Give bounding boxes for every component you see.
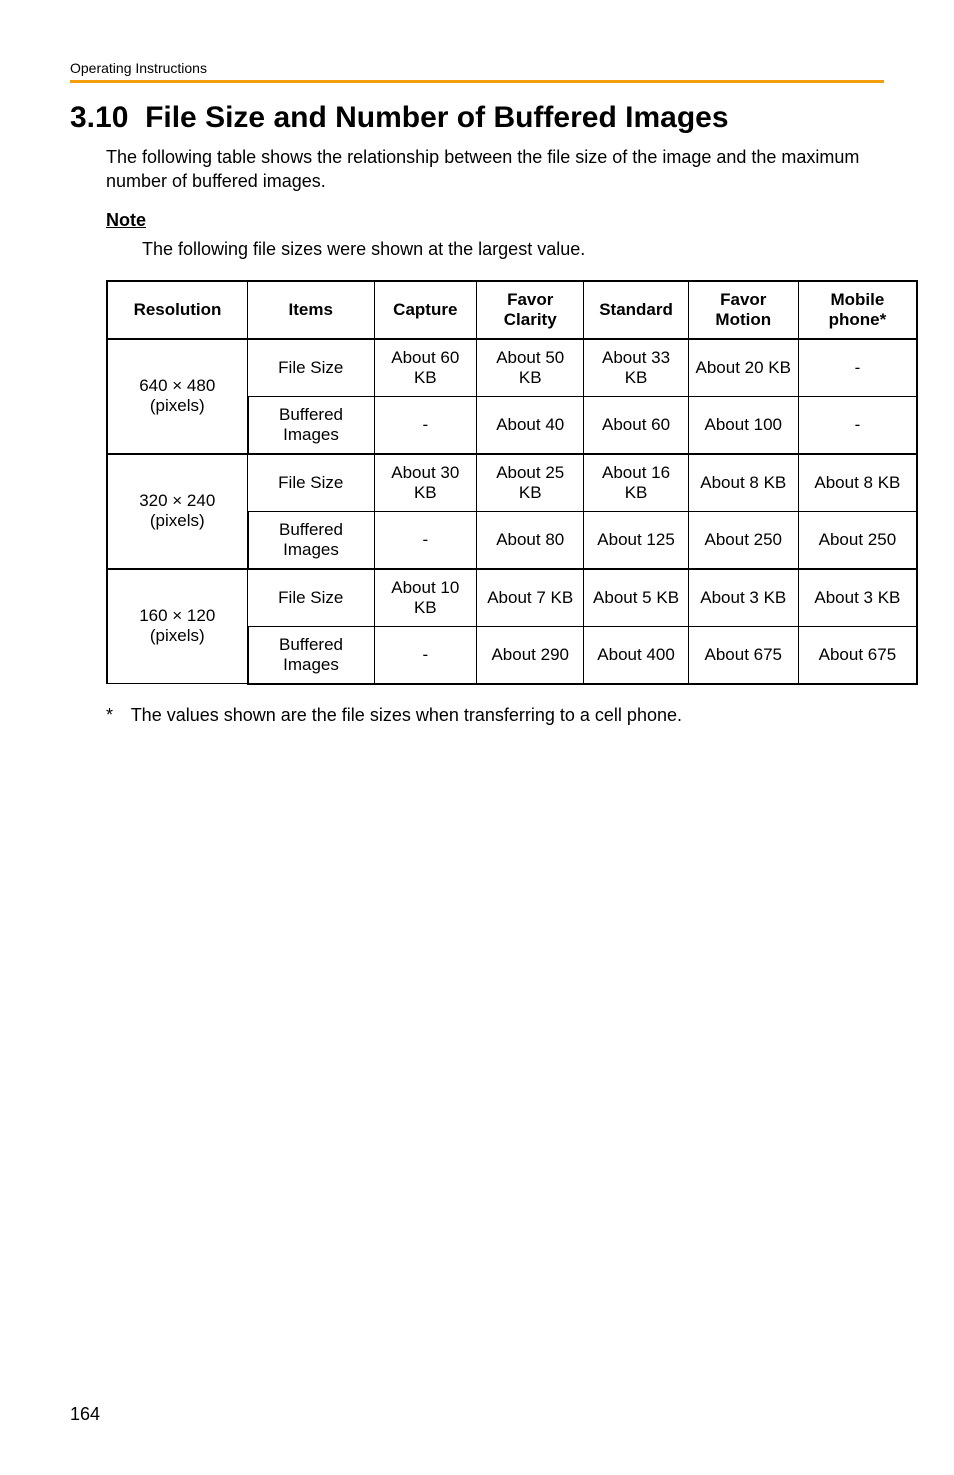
col-resolution: Resolution xyxy=(107,281,248,339)
header-rule xyxy=(70,80,884,83)
table-row: 640 × 480 (pixels) File Size About 60 KB… xyxy=(107,339,917,397)
table-row: 320 × 240 (pixels) File Size About 30 KB… xyxy=(107,454,917,512)
intro-paragraph: The following table shows the relationsh… xyxy=(106,145,884,194)
cell-resolution: 160 × 120 (pixels) xyxy=(107,569,248,684)
cell-items: Buffered Images xyxy=(248,396,375,454)
cell-favor-clarity: About 40 xyxy=(477,396,584,454)
cell-standard: About 400 xyxy=(584,626,688,684)
running-header: Operating Instructions xyxy=(70,60,884,80)
cell-items: File Size xyxy=(248,454,375,512)
cell-favor-motion: About 100 xyxy=(688,396,798,454)
cell-capture: About 60 KB xyxy=(374,339,477,397)
cell-favor-clarity: About 25 KB xyxy=(477,454,584,512)
col-standard: Standard xyxy=(584,281,688,339)
cell-items: Buffered Images xyxy=(248,511,375,569)
col-mobile: Mobile phone* xyxy=(798,281,917,339)
cell-capture: About 10 KB xyxy=(374,569,477,627)
cell-mobile: About 250 xyxy=(798,511,917,569)
col-items: Items xyxy=(248,281,375,339)
cell-resolution: 640 × 480 (pixels) xyxy=(107,339,248,454)
cell-resolution: 320 × 240 (pixels) xyxy=(107,454,248,569)
cell-mobile: About 3 KB xyxy=(798,569,917,627)
cell-capture: - xyxy=(374,626,477,684)
note-heading: Note xyxy=(106,210,884,231)
section-title: 3.10 File Size and Number of Buffered Im… xyxy=(70,101,884,135)
cell-favor-clarity: About 290 xyxy=(477,626,584,684)
cell-items: File Size xyxy=(248,569,375,627)
cell-items: Buffered Images xyxy=(248,626,375,684)
footnote: * The values shown are the file sizes wh… xyxy=(106,705,884,726)
table-header-row: Resolution Items Capture Favor Clarity S… xyxy=(107,281,917,339)
cell-capture: About 30 KB xyxy=(374,454,477,512)
cell-mobile: About 8 KB xyxy=(798,454,917,512)
cell-standard: About 60 xyxy=(584,396,688,454)
table-row: 160 × 120 (pixels) File Size About 10 KB… xyxy=(107,569,917,627)
cell-mobile: - xyxy=(798,339,917,397)
section-number: 3.10 xyxy=(70,101,128,134)
cell-favor-clarity: About 7 KB xyxy=(477,569,584,627)
footnote-marker: * xyxy=(106,705,126,726)
cell-capture: - xyxy=(374,396,477,454)
cell-favor-motion: About 250 xyxy=(688,511,798,569)
cell-favor-motion: About 20 KB xyxy=(688,339,798,397)
col-favor-clarity: Favor Clarity xyxy=(477,281,584,339)
specs-table: Resolution Items Capture Favor Clarity S… xyxy=(106,280,918,685)
col-capture: Capture xyxy=(374,281,477,339)
cell-favor-motion: About 675 xyxy=(688,626,798,684)
cell-favor-clarity: About 80 xyxy=(477,511,584,569)
cell-mobile: About 675 xyxy=(798,626,917,684)
cell-standard: About 33 KB xyxy=(584,339,688,397)
col-favor-motion: Favor Motion xyxy=(688,281,798,339)
cell-standard: About 16 KB xyxy=(584,454,688,512)
cell-standard: About 5 KB xyxy=(584,569,688,627)
section-heading-text: File Size and Number of Buffered Images xyxy=(145,101,728,134)
cell-items: File Size xyxy=(248,339,375,397)
cell-capture: - xyxy=(374,511,477,569)
cell-favor-motion: About 3 KB xyxy=(688,569,798,627)
note-text: The following file sizes were shown at t… xyxy=(142,239,884,260)
footnote-text: The values shown are the file sizes when… xyxy=(131,705,682,725)
page-number: 164 xyxy=(70,1404,100,1425)
cell-mobile: - xyxy=(798,396,917,454)
cell-standard: About 125 xyxy=(584,511,688,569)
cell-favor-motion: About 8 KB xyxy=(688,454,798,512)
cell-favor-clarity: About 50 KB xyxy=(477,339,584,397)
